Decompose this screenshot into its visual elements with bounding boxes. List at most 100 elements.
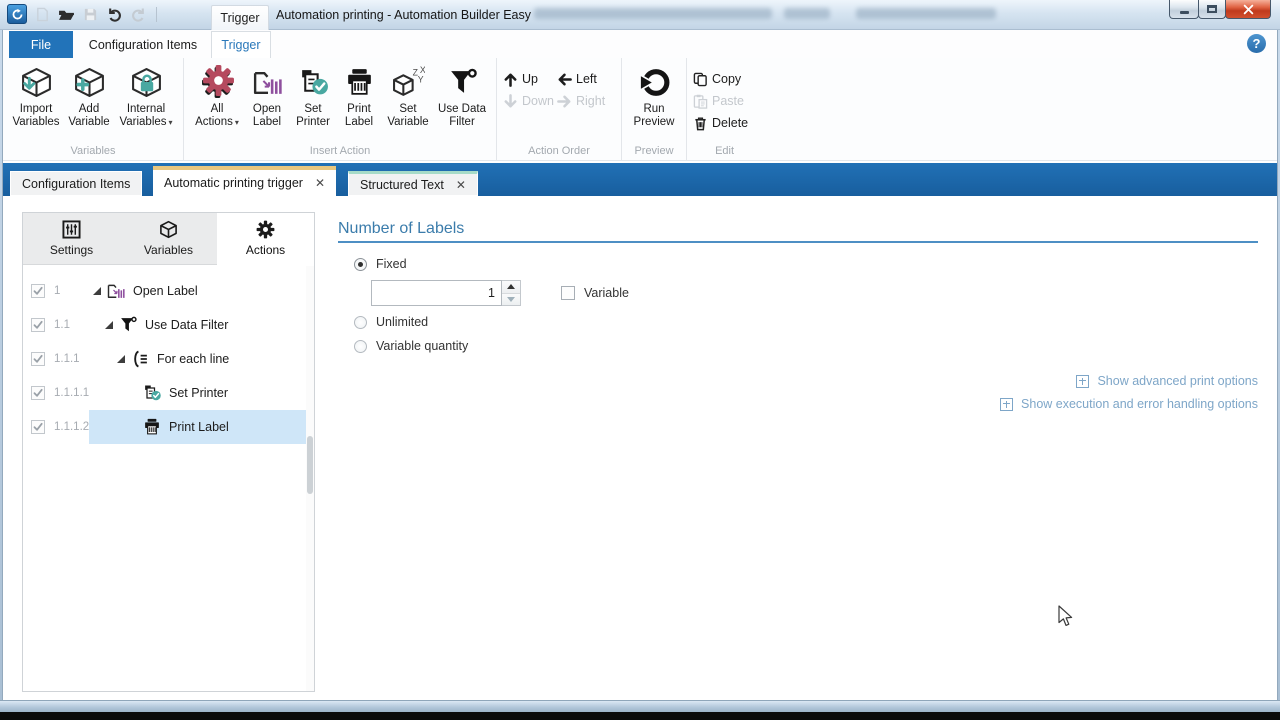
button-label: Open Label <box>245 103 289 128</box>
set-printer-button[interactable]: Set Printer <box>291 60 335 130</box>
set-variable-button[interactable]: Set Variable <box>383 60 433 130</box>
add-variable-button[interactable]: Add Variable <box>64 60 114 130</box>
doc-tab-automatic-printing-trigger[interactable]: Automatic printing trigger ✕ <box>153 166 336 196</box>
arrow-up-icon <box>503 72 518 87</box>
window-frame-left <box>0 30 3 700</box>
up-arrow-icon <box>507 284 515 289</box>
window-frame-bottom <box>0 700 1280 712</box>
set-variable-icon <box>392 66 425 99</box>
tree-row-print-label[interactable]: 1.1.1.2 Print Label <box>23 410 314 444</box>
button-label: Left <box>576 72 597 86</box>
down-arrow-icon <box>507 297 515 302</box>
checkbox-checked[interactable] <box>31 386 45 400</box>
checkbox-checked[interactable] <box>31 352 45 366</box>
help-icon[interactable]: ? <box>1247 34 1266 53</box>
tree-row-open-label[interactable]: 1 Open Label <box>23 274 314 308</box>
save-icon[interactable] <box>82 6 99 23</box>
panel-tab-actions[interactable]: Actions <box>217 213 314 264</box>
expand-caret-icon[interactable] <box>93 287 101 295</box>
quantity-input[interactable] <box>371 280 502 306</box>
tree-row-number: 1.1.1 <box>45 353 89 365</box>
tree-row-set-printer[interactable]: 1.1.1.1 Set Printer <box>23 376 314 410</box>
action-tree: 1 Open Label 1.1 Use Data Filter <box>23 266 314 691</box>
use-data-filter-button[interactable]: Use Data Filter <box>435 60 489 130</box>
maximize-button[interactable] <box>1198 0 1226 19</box>
app-icon <box>7 4 27 24</box>
section-divider <box>338 241 1258 243</box>
tab-configuration-items[interactable]: Configuration Items <box>79 31 207 58</box>
mouse-cursor <box>1057 605 1073 629</box>
gear-icon <box>256 220 275 239</box>
show-execution-error-options-link[interactable]: Show execution and error handling option… <box>1000 397 1258 411</box>
radio-variable-quantity[interactable] <box>354 340 367 353</box>
tree-row-for-each-line[interactable]: 1.1.1 For each line <box>23 342 314 376</box>
radio-unlimited[interactable] <box>354 316 367 329</box>
delete-button[interactable]: Delete <box>693 112 748 134</box>
ribbon-group-insert-action: All Actions▾ Open Label Set Printer Prin… <box>183 58 496 160</box>
radio-label: Fixed <box>376 257 407 271</box>
tree-scrollbar[interactable] <box>306 266 314 691</box>
tab-trigger[interactable]: Trigger <box>211 31 271 58</box>
set-printer-icon <box>297 66 330 99</box>
doc-tab-label: Structured Text <box>360 178 444 192</box>
radio-fixed[interactable] <box>354 258 367 271</box>
button-label: Add Variable <box>64 103 114 128</box>
blurred-text-blob <box>784 8 830 19</box>
gear-sparkle-icon <box>202 64 235 97</box>
show-advanced-print-options-link[interactable]: Show advanced print options <box>1076 374 1258 388</box>
close-button[interactable] <box>1225 0 1271 19</box>
ribbon: Import Variables Add Variable Internal V… <box>3 58 1277 161</box>
expand-caret-icon[interactable] <box>117 355 125 363</box>
arrow-right-icon <box>557 94 572 109</box>
tree-row-use-data-filter[interactable]: 1.1 Use Data Filter <box>23 308 314 342</box>
move-up-button[interactable]: Up <box>503 68 557 90</box>
button-label: Down <box>522 94 554 108</box>
move-left-button[interactable]: Left <box>557 68 615 90</box>
checkbox-checked[interactable] <box>31 284 45 298</box>
expand-caret-icon[interactable] <box>105 321 113 329</box>
all-actions-button[interactable]: All Actions▾ <box>191 60 243 130</box>
open-file-icon[interactable] <box>58 6 75 23</box>
for-each-line-icon <box>130 349 150 369</box>
radio-label: Unlimited <box>376 315 428 329</box>
doc-tab-structured-text[interactable]: Structured Text ✕ <box>348 171 478 196</box>
unlimited-radio-row[interactable]: Unlimited <box>354 315 428 329</box>
checkbox-checked[interactable] <box>31 420 45 434</box>
variable-checkbox[interactable] <box>561 286 575 300</box>
dropdown-caret-icon: ▾ <box>235 118 239 127</box>
panel-tab-variables[interactable]: Variables <box>120 213 217 264</box>
blurred-text-blob <box>856 8 996 19</box>
close-tab-icon[interactable]: ✕ <box>456 178 466 192</box>
open-label-button[interactable]: Open Label <box>245 60 289 130</box>
scrollbar-thumb[interactable] <box>307 436 313 494</box>
button-label: Set Variable <box>383 103 433 128</box>
data-filter-icon <box>446 66 479 99</box>
qat-separator <box>156 7 157 22</box>
close-tab-icon[interactable]: ✕ <box>315 176 325 190</box>
undo-icon[interactable] <box>106 6 123 23</box>
quick-access-toolbar <box>7 4 157 24</box>
window-controls <box>1170 0 1271 19</box>
fixed-radio-row[interactable]: Fixed <box>354 257 407 271</box>
print-label-button[interactable]: Print Label <box>337 60 381 130</box>
ribbon-group-edit: Copy Paste Delete Edit <box>686 58 762 160</box>
copy-button[interactable]: Copy <box>693 68 748 90</box>
tab-file[interactable]: File <box>9 31 73 58</box>
all-actions-icon <box>201 66 234 99</box>
internal-variables-button[interactable]: Internal Variables▾ <box>116 60 176 130</box>
import-variables-button[interactable]: Import Variables <box>10 60 62 130</box>
open-label-icon <box>106 281 126 301</box>
redo-icon <box>130 6 147 23</box>
checkbox-checked[interactable] <box>31 318 45 332</box>
panel-tab-settings[interactable]: Settings <box>23 213 120 264</box>
new-document-icon[interactable] <box>34 6 51 23</box>
stepper-up-button[interactable] <box>502 281 520 294</box>
group-label-insert-action: Insert Action <box>184 145 496 157</box>
run-preview-button[interactable]: Run Preview <box>629 60 679 130</box>
ribbon-group-preview: Run Preview Preview <box>621 58 686 160</box>
variable-quantity-radio-row[interactable]: Variable quantity <box>354 339 468 353</box>
minimize-button[interactable] <box>1169 0 1199 19</box>
doc-tab-configuration-items[interactable]: Configuration Items <box>10 171 142 196</box>
minimize-icon <box>1180 11 1189 14</box>
stepper-down-button[interactable] <box>502 294 520 306</box>
